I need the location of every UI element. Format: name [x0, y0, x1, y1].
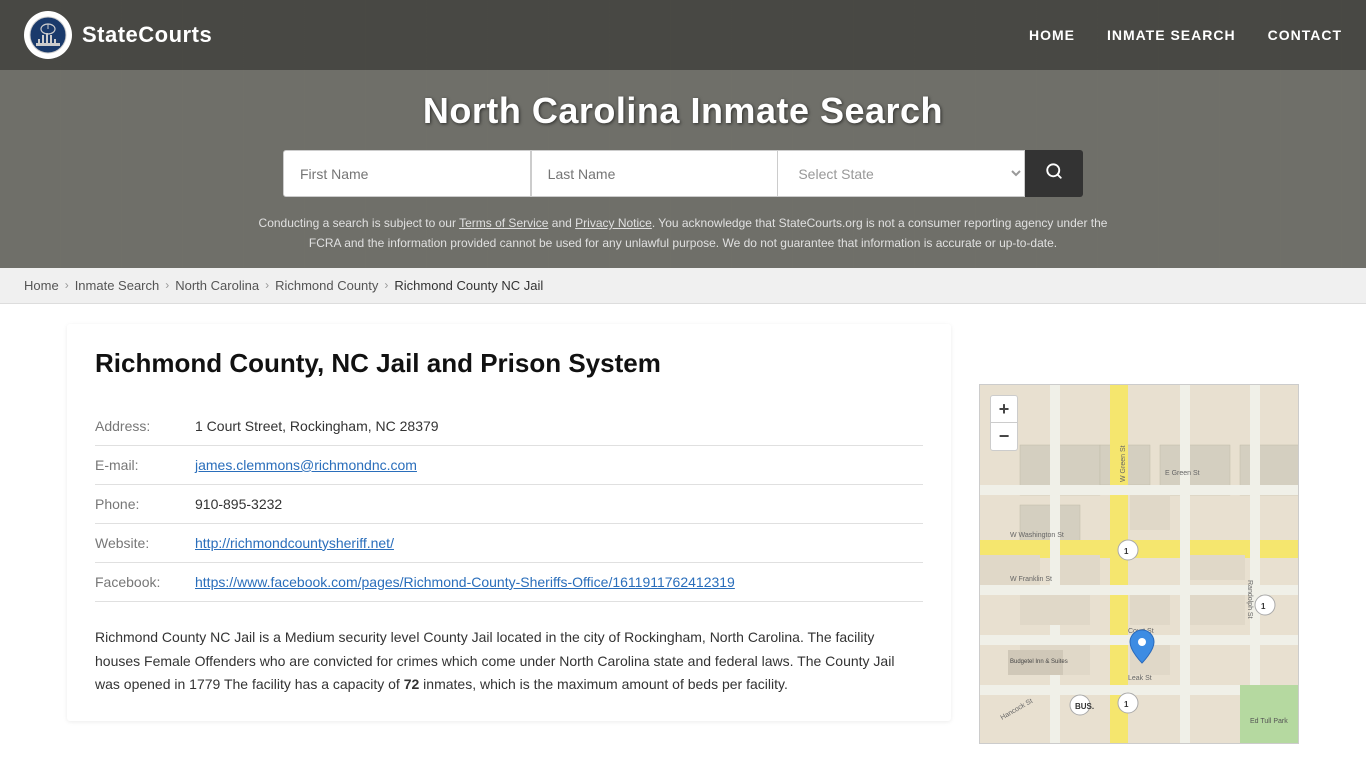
address-row: Address: 1 Court Street, Rockingham, NC … — [95, 407, 923, 446]
facebook-value: https://www.facebook.com/pages/Richmond-… — [195, 562, 923, 601]
breadcrumb-current: Richmond County NC Jail — [394, 278, 543, 293]
svg-text:Ed Tull Park: Ed Tull Park — [1250, 718, 1288, 725]
nav-links: HOME INMATE SEARCH CONTACT — [1029, 19, 1342, 51]
header-title-area: North Carolina Inmate Search — [0, 70, 1366, 150]
main-card: Richmond County, NC Jail and Prison Syst… — [67, 324, 951, 721]
facebook-row: Facebook: https://www.facebook.com/pages… — [95, 562, 923, 601]
search-state-select[interactable]: Select State North Carolina Alabama Alas… — [778, 150, 1025, 197]
capacity-value: 72 — [404, 676, 420, 692]
facebook-label: Facebook: — [95, 562, 195, 601]
address-label: Address: — [95, 407, 195, 446]
svg-text:Randolph St: Randolph St — [1246, 580, 1253, 619]
breadcrumb-north-carolina[interactable]: North Carolina — [175, 278, 259, 293]
nav-contact[interactable]: CONTACT — [1268, 19, 1342, 51]
svg-text:W Franklin St: W Franklin St — [1010, 576, 1052, 583]
search-bar: Select State North Carolina Alabama Alas… — [283, 150, 1083, 197]
description: Richmond County NC Jail is a Medium secu… — [95, 626, 923, 697]
terms-link[interactable]: Terms of Service — [459, 216, 548, 230]
svg-text:1: 1 — [1124, 700, 1129, 709]
page-header-title: North Carolina Inmate Search — [0, 90, 1366, 132]
navbar: StateCourts HOME INMATE SEARCH CONTACT — [0, 0, 1366, 70]
svg-text:W Washington St: W Washington St — [1010, 532, 1064, 539]
breadcrumb-sep-4: › — [384, 278, 388, 292]
email-value: james.clemmons@richmondnc.com — [195, 445, 923, 484]
info-table: Address: 1 Court Street, Rockingham, NC … — [95, 407, 923, 602]
breadcrumb: Home › Inmate Search › North Carolina › … — [0, 268, 1366, 304]
breadcrumb-sep-3: › — [265, 278, 269, 292]
page-title: Richmond County, NC Jail and Prison Syst… — [95, 348, 923, 379]
map-controls: + − — [990, 395, 1018, 451]
svg-text:1: 1 — [1261, 602, 1266, 611]
logo-icon — [24, 11, 72, 59]
svg-text:E Green St: E Green St — [1165, 470, 1200, 477]
website-label: Website: — [95, 523, 195, 562]
search-button[interactable] — [1025, 150, 1083, 197]
search-icon — [1045, 162, 1063, 180]
email-row: E-mail: james.clemmons@richmondnc.com — [95, 445, 923, 484]
map-area: + − — [979, 384, 1299, 744]
phone-label: Phone: — [95, 484, 195, 523]
logo-text: StateCourts — [82, 22, 212, 48]
phone-row: Phone: 910-895-3232 — [95, 484, 923, 523]
breadcrumb-sep-1: › — [65, 278, 69, 292]
search-first-name[interactable] — [283, 150, 531, 197]
nav-home[interactable]: HOME — [1029, 19, 1075, 51]
website-link[interactable]: http://richmondcountysheriff.net/ — [195, 535, 394, 551]
phone-value: 910-895-3232 — [195, 484, 923, 523]
nav-inmate-search[interactable]: INMATE SEARCH — [1107, 19, 1236, 51]
content-area: Richmond County, NC Jail and Prison Syst… — [67, 324, 951, 744]
map-zoom-in[interactable]: + — [990, 395, 1018, 423]
svg-text:1: 1 — [1124, 547, 1129, 556]
website-row: Website: http://richmondcountysheriff.ne… — [95, 523, 923, 562]
map-zoom-out[interactable]: − — [990, 423, 1018, 451]
breadcrumb-richmond-county[interactable]: Richmond County — [275, 278, 378, 293]
email-label: E-mail: — [95, 445, 195, 484]
search-last-name[interactable] — [531, 150, 779, 197]
svg-text:BUS.: BUS. — [1075, 702, 1094, 711]
disclaimer: Conducting a search is subject to our Te… — [233, 207, 1133, 268]
breadcrumb-sep-2: › — [165, 278, 169, 292]
facebook-link[interactable]: https://www.facebook.com/pages/Richmond-… — [195, 574, 735, 590]
logo-link[interactable]: StateCourts — [24, 11, 212, 59]
svg-text:Budgetel Inn & Suites: Budgetel Inn & Suites — [1010, 659, 1068, 665]
address-value: 1 Court Street, Rockingham, NC 28379 — [195, 407, 923, 446]
header: StateCourts HOME INMATE SEARCH CONTACT N… — [0, 0, 1366, 268]
website-value: http://richmondcountysheriff.net/ — [195, 523, 923, 562]
email-link[interactable]: james.clemmons@richmondnc.com — [195, 457, 417, 473]
privacy-link[interactable]: Privacy Notice — [575, 216, 652, 230]
svg-text:Leak St: Leak St — [1128, 675, 1152, 682]
svg-text:W Green St: W Green St — [1120, 445, 1127, 482]
breadcrumb-inmate-search[interactable]: Inmate Search — [75, 278, 160, 293]
map-svg: Ed Tull Park Budgetel Inn & Suites W Gre… — [980, 385, 1299, 744]
main-container: Richmond County, NC Jail and Prison Syst… — [43, 304, 1323, 764]
breadcrumb-home[interactable]: Home — [24, 278, 59, 293]
